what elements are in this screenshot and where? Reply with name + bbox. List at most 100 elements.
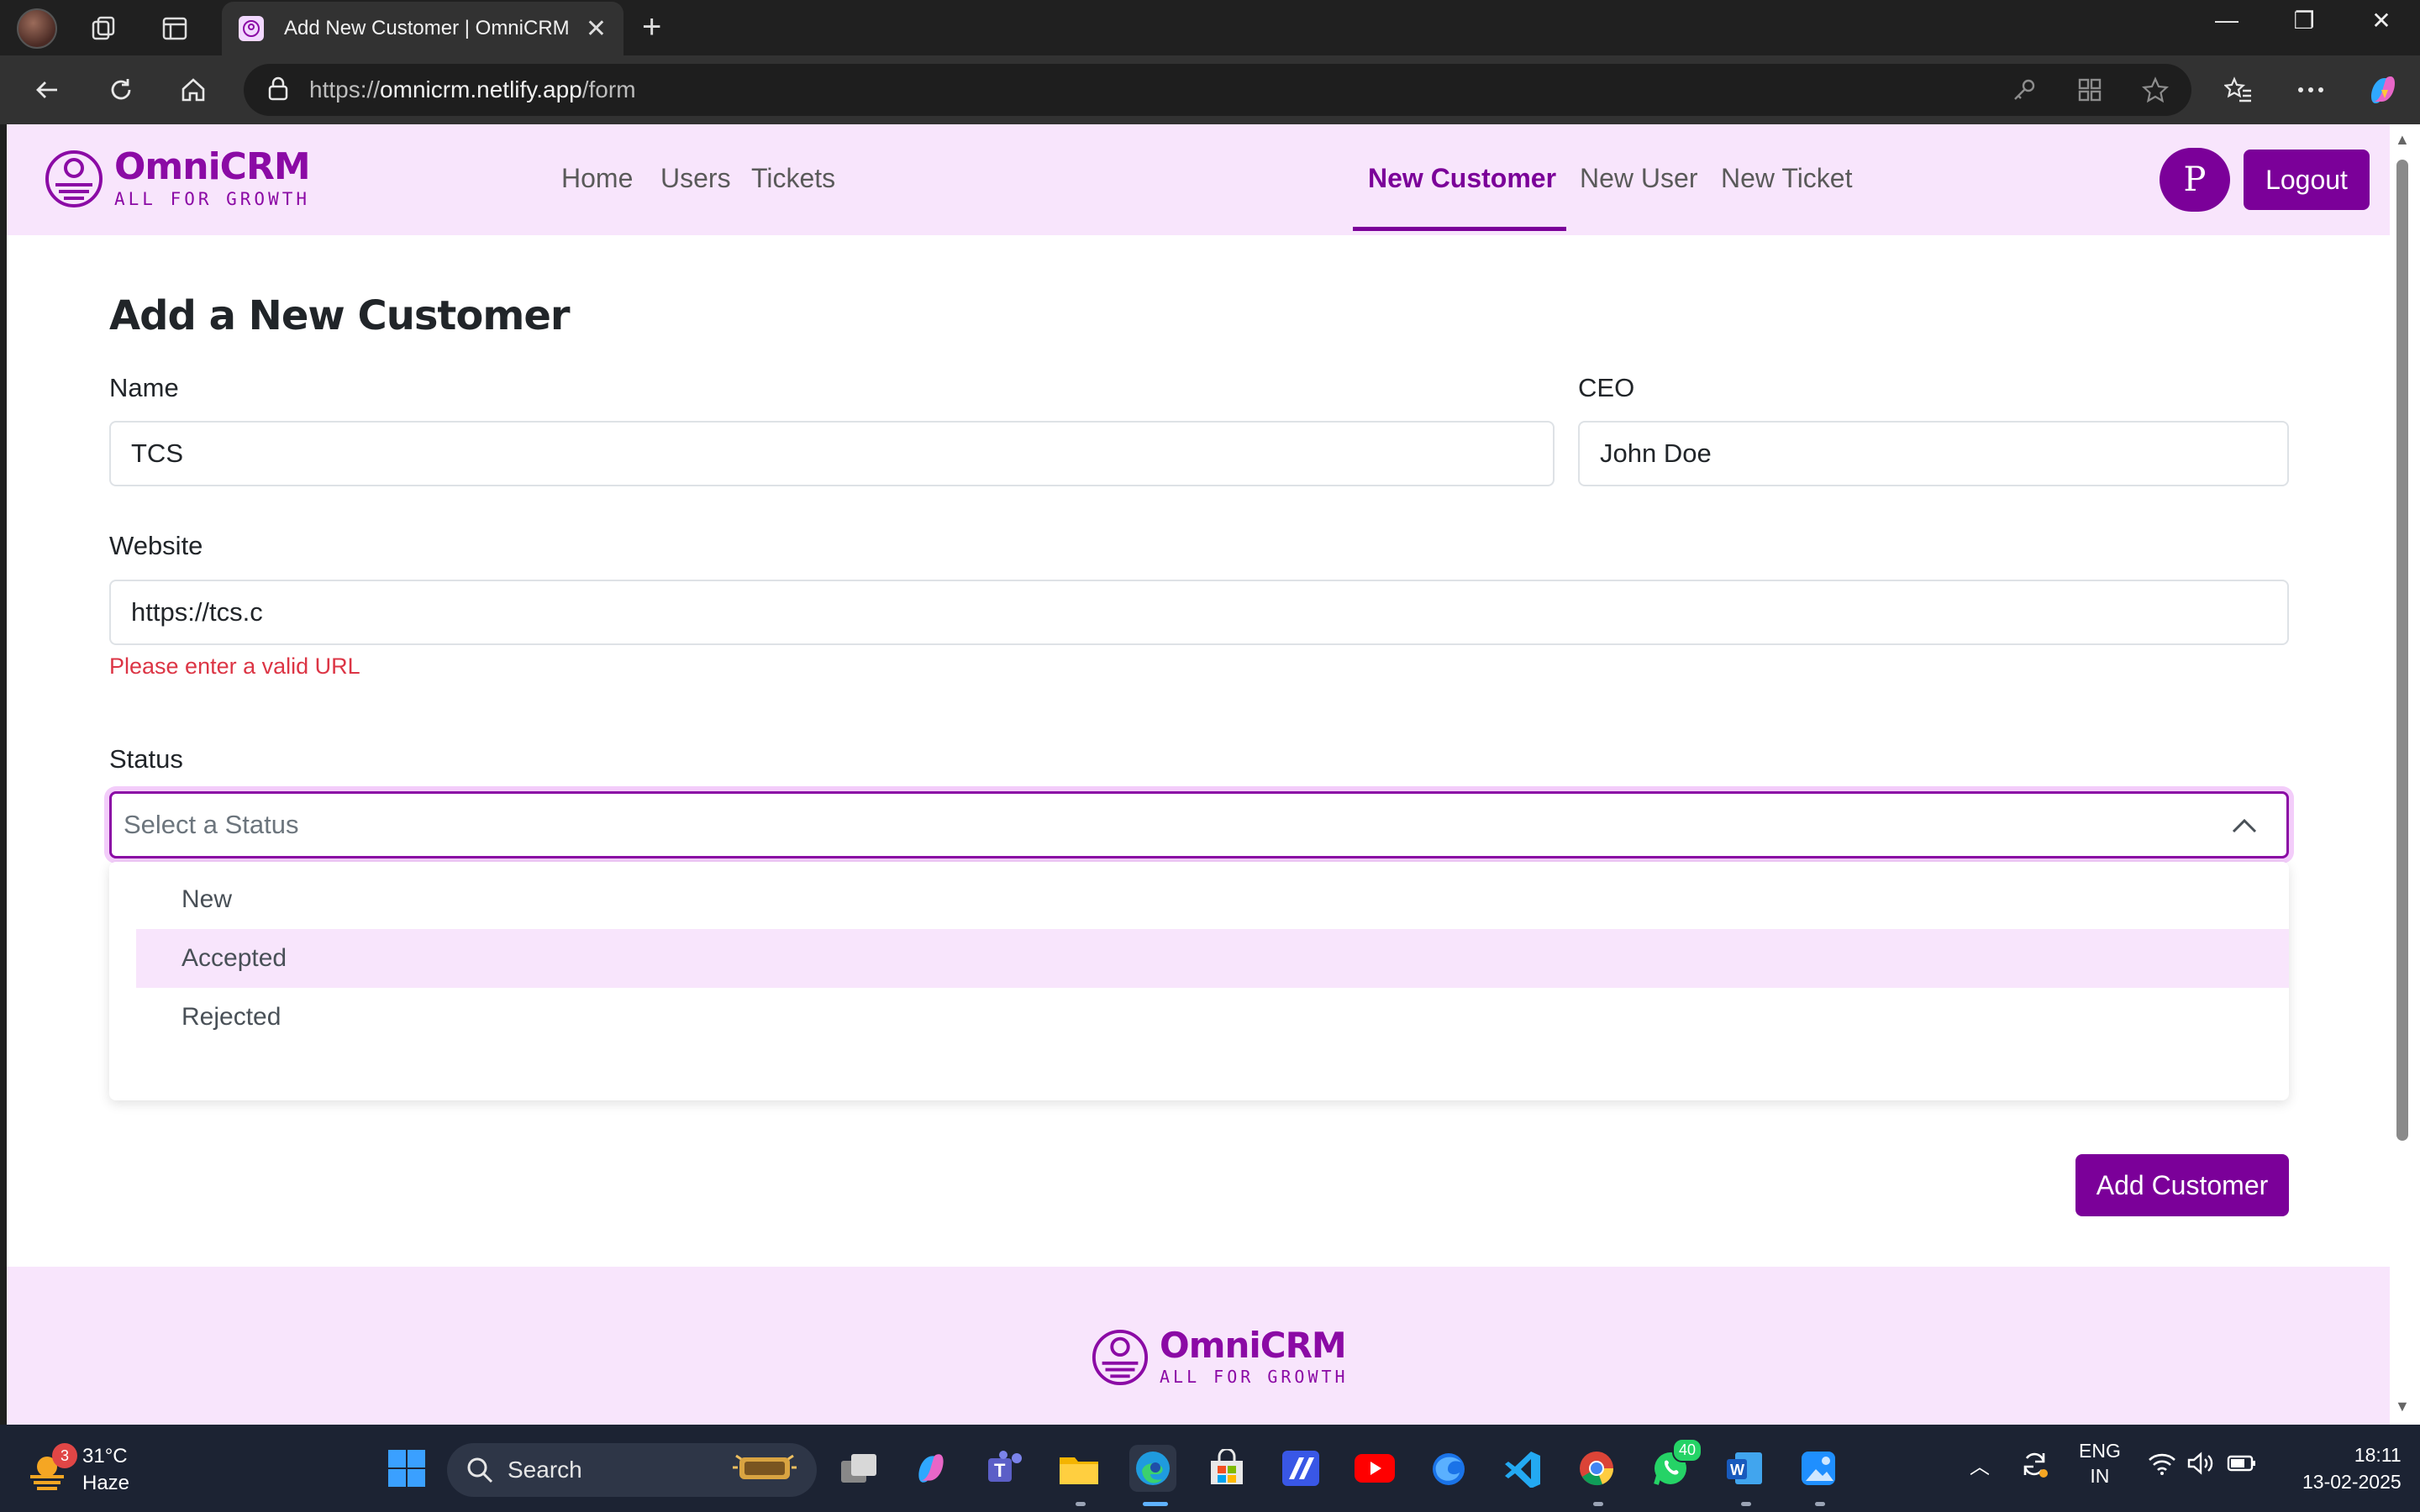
microsoft-store-icon[interactable] bbox=[1203, 1445, 1250, 1492]
omnicrm-favicon bbox=[239, 16, 264, 41]
edge-icon[interactable] bbox=[1129, 1445, 1176, 1492]
scroll-down-icon[interactable]: ▼ bbox=[2395, 1398, 2410, 1415]
clock-date: 13-02-2025 bbox=[2302, 1471, 2402, 1493]
footer-logo-name: OmniCRM bbox=[1160, 1325, 1347, 1366]
svg-text:W: W bbox=[1730, 1462, 1744, 1478]
clock-time: 18:11 bbox=[2354, 1444, 2402, 1466]
favorites-icon[interactable] bbox=[2218, 70, 2259, 110]
sync-icon[interactable] bbox=[2018, 1448, 2050, 1486]
firefox-icon[interactable] bbox=[1425, 1445, 1472, 1492]
word-icon[interactable]: W bbox=[1721, 1445, 1768, 1492]
dev-app-icon[interactable] bbox=[1277, 1445, 1324, 1492]
nav-new-customer[interactable]: New Customer bbox=[1368, 163, 1556, 194]
tab-active[interactable]: Add New Customer | OmniCRM ✕ bbox=[222, 2, 623, 55]
copilot-icon[interactable] bbox=[2363, 70, 2403, 110]
ceo-input[interactable]: John Doe bbox=[1578, 421, 2289, 486]
ceo-label: CEO bbox=[1578, 373, 1635, 402]
tab-actions-icon[interactable] bbox=[156, 10, 193, 47]
battery-icon[interactable] bbox=[2227, 1453, 2257, 1479]
website-input[interactable]: https://tcs.c bbox=[109, 580, 2289, 645]
minimize-icon[interactable]: — bbox=[2193, 7, 2260, 34]
copilot-app-icon[interactable] bbox=[908, 1445, 955, 1492]
omnicrm-logo-icon bbox=[1092, 1329, 1149, 1386]
profile-avatar[interactable] bbox=[17, 8, 57, 49]
weather-condition: Haze bbox=[82, 1472, 130, 1494]
name-input[interactable]: TCS bbox=[109, 421, 1555, 486]
logo-tagline: ALL FOR GROWTH bbox=[114, 189, 311, 209]
running-indicator bbox=[1593, 1502, 1603, 1506]
running-indicator bbox=[1815, 1502, 1825, 1506]
language-indicator[interactable]: ENG IN bbox=[2079, 1438, 2121, 1488]
file-explorer-icon[interactable] bbox=[1055, 1445, 1102, 1492]
teams-icon[interactable]: T bbox=[981, 1445, 1028, 1492]
photos-icon[interactable] bbox=[1795, 1445, 1842, 1492]
key-icon[interactable] bbox=[2008, 74, 2040, 106]
close-window-icon[interactable]: ✕ bbox=[2348, 7, 2415, 34]
browser-tab-bar: Add New Customer | OmniCRM ✕ + — ❐ ✕ bbox=[0, 0, 2420, 55]
status-option-rejected[interactable]: Rejected bbox=[136, 988, 2289, 1047]
nav-users[interactable]: Users bbox=[660, 163, 731, 194]
scroll-up-icon[interactable]: ▲ bbox=[2395, 131, 2410, 149]
chevron-up-icon[interactable] bbox=[2231, 811, 2258, 841]
more-options-icon[interactable] bbox=[2291, 70, 2331, 110]
browser-toolbar: https://omnicrm.netlify.app/form bbox=[0, 55, 2420, 124]
website-error-message: Please enter a valid URL bbox=[109, 654, 360, 679]
vscode-icon[interactable] bbox=[1499, 1445, 1546, 1492]
taskbar-search[interactable]: Search bbox=[447, 1443, 817, 1497]
nav-home[interactable]: Home bbox=[561, 163, 633, 194]
user-avatar[interactable]: P bbox=[2160, 148, 2230, 212]
lock-icon[interactable] bbox=[267, 76, 289, 105]
site-footer: OmniCRM ALL FOR GROWTH bbox=[7, 1267, 2390, 1425]
scrollbar-thumb[interactable] bbox=[2396, 160, 2408, 1141]
system-clock[interactable]: 18:11 13-02-2025 bbox=[2302, 1441, 2402, 1495]
logout-button[interactable]: Logout bbox=[2244, 150, 2370, 210]
windows-taskbar: 3 31°C Haze Search T 40 W ︿ ENG IN 18:11… bbox=[0, 1425, 2420, 1512]
new-tab-icon[interactable]: + bbox=[642, 10, 661, 44]
refresh-icon[interactable] bbox=[101, 70, 141, 110]
back-icon[interactable] bbox=[27, 70, 67, 110]
wifi-icon[interactable] bbox=[2148, 1452, 2176, 1481]
app-available-icon[interactable] bbox=[2074, 74, 2106, 106]
weather-haze-icon: 3 bbox=[25, 1443, 77, 1492]
address-bar[interactable]: https://omnicrm.netlify.app/form bbox=[244, 64, 2191, 116]
running-indicator bbox=[1076, 1502, 1086, 1506]
running-indicator bbox=[1741, 1502, 1751, 1506]
home-icon[interactable] bbox=[173, 70, 213, 110]
chevron-up-icon[interactable]: ︿ bbox=[1970, 1450, 1990, 1479]
svg-text:T: T bbox=[994, 1460, 1006, 1481]
chrome-icon[interactable] bbox=[1573, 1445, 1620, 1492]
weather-widget[interactable]: 3 31°C Haze bbox=[25, 1443, 129, 1497]
logo-name: OmniCRM bbox=[114, 145, 311, 188]
search-icon bbox=[467, 1457, 493, 1483]
tab-close-icon[interactable]: ✕ bbox=[586, 14, 607, 44]
collections-icon[interactable] bbox=[86, 10, 123, 47]
restore-icon[interactable]: ❐ bbox=[2270, 7, 2338, 34]
favorite-star-icon[interactable] bbox=[2139, 74, 2171, 106]
website-label: Website bbox=[109, 531, 203, 560]
status-option-new[interactable]: New bbox=[136, 870, 2289, 929]
search-highlight-icon bbox=[731, 1451, 798, 1490]
omnicrm-logo-icon bbox=[45, 150, 103, 207]
temperature: 31°C bbox=[82, 1445, 128, 1467]
windows-start-icon[interactable] bbox=[383, 1445, 430, 1492]
web-page: OmniCRM ALL FOR GROWTH Home Users Ticket… bbox=[7, 124, 2390, 1425]
add-customer-button[interactable]: Add Customer bbox=[2075, 1154, 2289, 1216]
task-view-icon[interactable] bbox=[835, 1445, 882, 1492]
header-logo[interactable]: OmniCRM ALL FOR GROWTH bbox=[44, 141, 311, 217]
footer-logo[interactable]: OmniCRM ALL FOR GROWTH bbox=[1091, 1320, 1349, 1394]
nav-tickets[interactable]: Tickets bbox=[751, 163, 835, 194]
search-label: Search bbox=[508, 1457, 582, 1483]
whatsapp-icon[interactable]: 40 bbox=[1647, 1438, 1703, 1492]
status-label: Status bbox=[109, 744, 183, 774]
active-nav-indicator bbox=[1353, 227, 1566, 231]
nav-new-user[interactable]: New User bbox=[1580, 163, 1697, 194]
status-select[interactable]: Select a Status bbox=[109, 791, 2289, 858]
page-title: Add a New Customer bbox=[109, 292, 571, 339]
active-app-indicator bbox=[1143, 1502, 1168, 1506]
youtube-icon[interactable] bbox=[1351, 1445, 1398, 1492]
status-option-accepted[interactable]: Accepted bbox=[136, 929, 2289, 988]
status-dropdown-menu: New Accepted Rejected bbox=[109, 862, 2289, 1100]
volume-icon[interactable] bbox=[2186, 1452, 2215, 1481]
whatsapp-badge: 40 bbox=[1672, 1438, 1703, 1462]
nav-new-ticket[interactable]: New Ticket bbox=[1721, 163, 1852, 194]
